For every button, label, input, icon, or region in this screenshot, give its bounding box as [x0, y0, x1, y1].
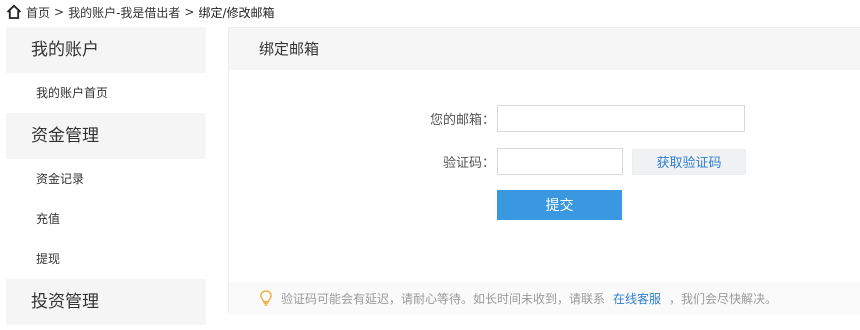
verification-code-input[interactable]	[497, 148, 623, 175]
sidebar-item-fund-records[interactable]: 资金记录	[6, 159, 206, 199]
notice-bar: 验证码可能会有延迟，请耐心等待。如长时间未收到，请联系 在线客服 ，我们会尽快解…	[229, 282, 860, 314]
email-label: 您的邮箱：	[429, 113, 495, 128]
sidebar-item-recharge[interactable]: 充值	[6, 199, 206, 239]
breadcrumb-separator: >	[54, 5, 65, 19]
sidebar-item-account-home[interactable]: 我的账户首页	[6, 73, 206, 113]
breadcrumb: 首页 > 我的账户-我是借出者 > 绑定/修改邮箱	[6, 2, 275, 22]
home-icon[interactable]	[6, 4, 22, 20]
sidebar: 我的账户 我的账户首页 资金管理 资金记录 充值 提现 投资管理	[6, 27, 206, 330]
sidebar-item-withdraw[interactable]: 提现	[6, 239, 206, 279]
email-input[interactable]	[497, 105, 745, 132]
breadcrumb-home-link[interactable]: 首页	[26, 4, 50, 21]
sidebar-group-funds: 资金管理	[6, 113, 206, 159]
sidebar-group-my-account: 我的账户	[6, 27, 206, 73]
submit-button[interactable]: 提交	[497, 190, 622, 220]
email-row: 您的邮箱：	[395, 105, 745, 132]
notice-text-end: ，我们会尽快解决。	[669, 291, 778, 306]
notice-text: 验证码可能会有延迟，请耐心等待。如长时间未收到，请联系	[281, 291, 606, 306]
breadcrumb-current: 绑定/修改邮箱	[198, 5, 275, 20]
code-row: 验证码： 获取验证码	[395, 148, 746, 175]
panel-title: 绑定邮箱	[229, 28, 860, 70]
sidebar-group-investments: 投资管理	[6, 279, 206, 325]
online-service-link[interactable]: 在线客服	[613, 290, 661, 307]
breadcrumb-my-account-link[interactable]: 我的账户-我是借出者	[68, 4, 180, 21]
get-code-button[interactable]: 获取验证码	[632, 148, 746, 175]
lightbulb-icon	[259, 290, 273, 306]
code-label: 验证码：	[442, 156, 495, 171]
bind-email-panel: 绑定邮箱 您的邮箱： 验证码： 获取验证码 提交 验证码可能会有延迟，请耐心等待…	[228, 27, 860, 314]
breadcrumb-separator: >	[184, 5, 195, 19]
